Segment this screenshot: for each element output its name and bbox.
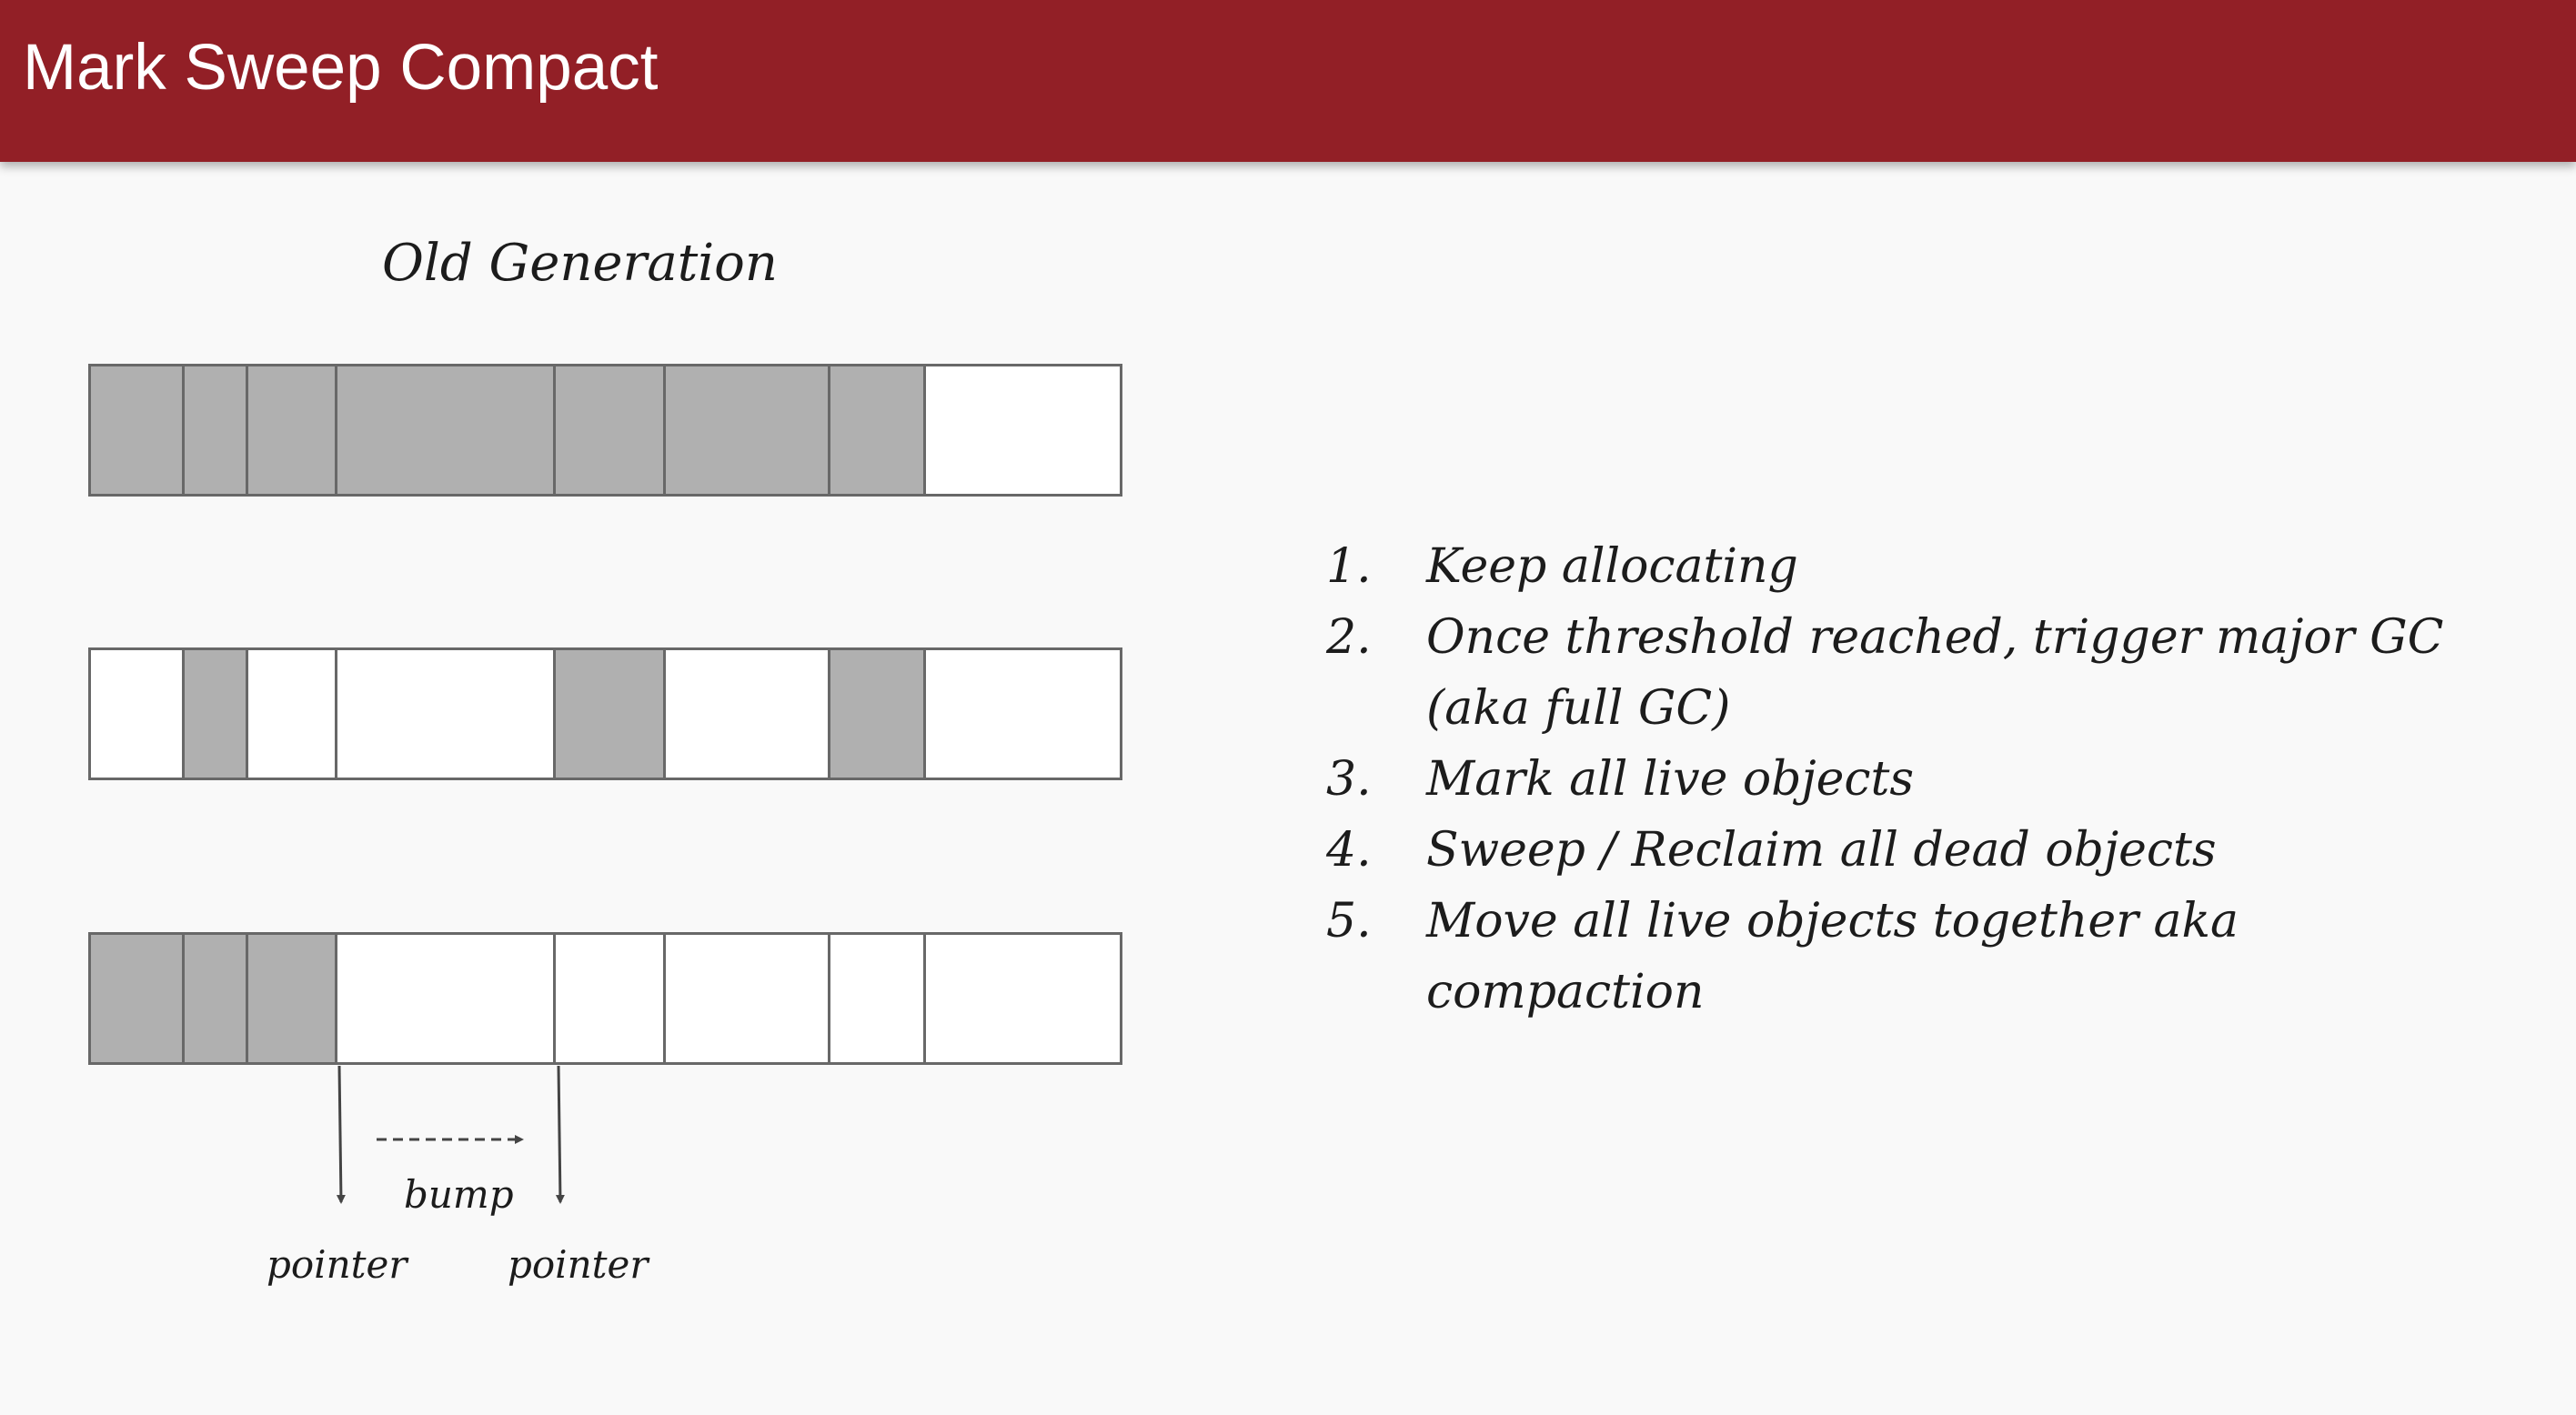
step-number: 4.: [1326, 823, 1372, 878]
step-item: 1. Keep allocating: [1326, 531, 2472, 602]
step-number: 1.: [1326, 539, 1372, 594]
bump-label: bump: [404, 1172, 514, 1217]
steps-list: 1. Keep allocating 2. Once threshold rea…: [1326, 531, 2472, 1028]
step-number: 3.: [1326, 752, 1372, 807]
step-text: Sweep / Reclaim all dead objects: [1426, 823, 2217, 878]
pointer-arrow-left: [336, 1065, 346, 1204]
pointer-arrow-right: [555, 1065, 565, 1204]
pointer-label-old: pointer: [267, 1242, 408, 1287]
step-item: 3. Mark all live objects: [1326, 744, 2472, 815]
step-text: Mark all live objects: [1426, 752, 1915, 807]
step-item: 5. Move all live objects together aka co…: [1326, 886, 2472, 1028]
step-text: Move all live objects together aka compa…: [1426, 894, 2239, 1019]
step-text: Keep allocating: [1426, 539, 1798, 594]
step-number: 5.: [1326, 894, 1372, 948]
step-item: 2. Once threshold reached, trigger major…: [1326, 602, 2472, 744]
pointer-label-new: pointer: [508, 1242, 649, 1287]
step-text: Once threshold reached, trigger major GC…: [1426, 610, 2444, 736]
step-item: 4. Sweep / Reclaim all dead objects: [1326, 815, 2472, 886]
step-number: 2.: [1326, 610, 1372, 665]
